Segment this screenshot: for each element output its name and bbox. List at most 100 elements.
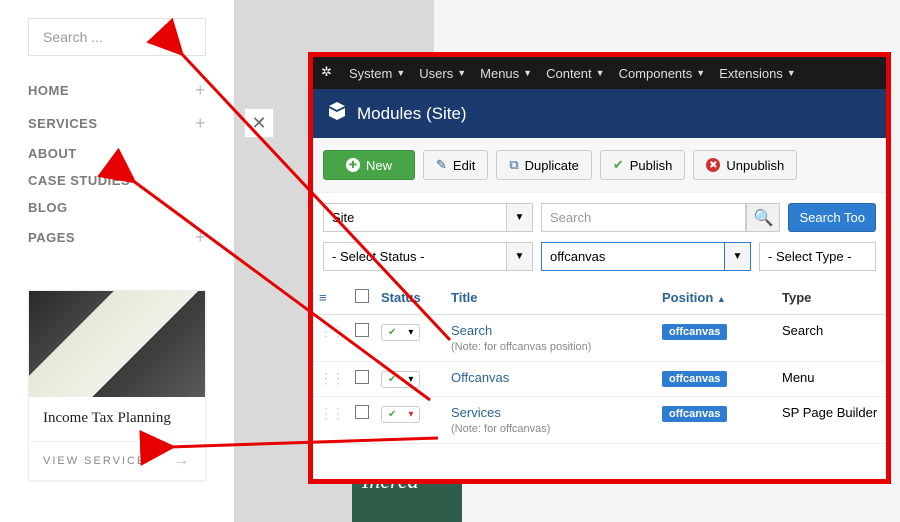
nav-item-services[interactable]: SERVICES + (28, 107, 206, 140)
x-circle-icon: ✖ (706, 158, 720, 172)
offcanvas-sidebar: Search ... HOME + SERVICES + ABOUT CASE ST… (0, 0, 234, 522)
check-icon: ✔ (382, 407, 402, 422)
nav-label: BLOG (28, 200, 68, 215)
caret-down-icon: ▼ (787, 68, 796, 78)
unpublish-button[interactable]: ✖Unpublish (693, 150, 797, 180)
check-icon: ✔ (382, 325, 402, 340)
drag-handle-icon[interactable]: ⋮⋮ (319, 370, 343, 386)
col-position[interactable]: Position ▲ (656, 281, 776, 315)
plus-icon: + (195, 113, 206, 134)
status-toggle[interactable]: ✔▾ (381, 371, 420, 388)
search-icon: 🔍 (754, 208, 774, 228)
nav-label: CASE STUDIES (28, 173, 130, 188)
joomla-icon: ✲ (321, 64, 339, 82)
table-row: ⋮⋮ ✔▾ Offcanvas offcanvas Menu (313, 362, 886, 397)
status-toggle[interactable]: ✔▾ (381, 406, 420, 423)
sort-handle-col[interactable]: ≡ (313, 281, 349, 315)
module-type: SP Page Builder (776, 397, 886, 444)
menu-content[interactable]: Content▼ (546, 66, 604, 81)
caret-down-icon: ▾ (402, 325, 419, 340)
row-checkbox[interactable] (355, 323, 369, 337)
module-note: (Note: for offcanvas) (451, 423, 550, 435)
chevron-down-icon[interactable]: ▼ (507, 242, 533, 271)
menu-users[interactable]: Users▼ (419, 66, 466, 81)
check-icon: ✔ (613, 157, 624, 173)
copy-icon: ⧉ (509, 157, 518, 173)
arrow-right-icon: → (173, 452, 191, 470)
toolbar: ✚New ✎Edit ⧉Duplicate ✔Publish ✖Unpublis… (313, 138, 886, 193)
nav-item-case-studies[interactable]: CASE STUDIES (28, 167, 206, 194)
modules-icon (327, 101, 347, 126)
close-offcanvas-button[interactable]: ✕ (244, 108, 274, 138)
row-checkbox[interactable] (355, 370, 369, 384)
admin-header: Modules (Site) (313, 89, 886, 138)
col-type[interactable]: Type (776, 281, 886, 315)
caret-down-icon: ▾ (402, 372, 419, 387)
edit-button[interactable]: ✎Edit (423, 150, 488, 180)
caret-down-icon: ▾ (402, 407, 419, 422)
caret-down-icon: ▼ (523, 68, 532, 78)
menu-components[interactable]: Components▼ (619, 66, 706, 81)
admin-title: Modules (Site) (357, 104, 467, 124)
module-title-link[interactable]: Offcanvas (451, 370, 509, 385)
module-type: Menu (776, 362, 886, 397)
pencil-icon: ✎ (436, 157, 447, 173)
menu-menus[interactable]: Menus▼ (480, 66, 532, 81)
chevron-down-icon[interactable]: ▼ (507, 203, 533, 232)
search-button[interactable]: 🔍 (746, 203, 780, 232)
drag-handle-icon[interactable]: ⋮⋮ (319, 405, 343, 421)
module-title-link[interactable]: Services (451, 405, 501, 420)
publish-button[interactable]: ✔Publish (600, 150, 686, 180)
modules-table: ≡ Status Title Position ▲ Type ⋮⋮ ✔▾ Sea… (313, 281, 886, 444)
caret-down-icon: ▼ (457, 68, 466, 78)
duplicate-button[interactable]: ⧉Duplicate (496, 150, 592, 180)
chevron-down-icon[interactable]: ▼ (725, 242, 751, 271)
card-title: Income Tax Planning (29, 397, 205, 441)
col-status[interactable]: Status (375, 281, 445, 315)
search-input[interactable]: Search ... (28, 18, 206, 56)
filters-row: Site ▼ Search 🔍 Search Too (313, 193, 886, 242)
position-select[interactable]: offcanvas (541, 242, 725, 271)
module-type: Search (776, 315, 886, 362)
nav-label: HOME (28, 83, 69, 98)
caret-down-icon: ▼ (696, 68, 705, 78)
nav-item-about[interactable]: ABOUT (28, 140, 206, 167)
status-select[interactable]: - Select Status - (323, 242, 507, 271)
plus-icon: + (195, 80, 206, 101)
table-row: ⋮⋮ ✔▾ Search (Note: for offcanvas positio… (313, 315, 886, 362)
scope-select[interactable]: Site (323, 203, 507, 232)
search-tools-button[interactable]: Search Too (788, 203, 876, 232)
nav-item-pages[interactable]: PAGES + (28, 221, 206, 254)
row-checkbox[interactable] (355, 405, 369, 419)
position-badge: offcanvas (662, 371, 727, 387)
nav-list: HOME+ SERVICES+ ABOUT CASE STUDIES BLOG … (28, 74, 206, 254)
nav-label: ABOUT (28, 146, 77, 161)
type-select[interactable]: - Select Type - (759, 242, 876, 271)
caret-down-icon: ▼ (396, 68, 405, 78)
check-icon: ✔ (382, 372, 402, 387)
table-row: ⋮⋮ ✔▾ Services (Note: for offcanvas) offc… (313, 397, 886, 444)
status-toggle[interactable]: ✔▾ (381, 324, 420, 341)
nav-label: PAGES (28, 230, 75, 245)
sort-asc-icon: ▲ (717, 294, 726, 304)
module-title-link[interactable]: Search (451, 323, 492, 338)
menu-extensions[interactable]: Extensions▼ (719, 66, 796, 81)
view-service-button[interactable]: VIEW SERVICE → (29, 441, 205, 480)
col-title[interactable]: Title (445, 281, 656, 315)
new-button[interactable]: ✚New (323, 150, 415, 180)
position-badge: offcanvas (662, 406, 727, 422)
menu-system[interactable]: System▼ (349, 66, 405, 81)
service-card: Income Tax Planning VIEW SERVICE → (28, 290, 206, 481)
module-note: (Note: for offcanvas position) (451, 341, 591, 353)
select-all-checkbox[interactable] (349, 281, 375, 315)
admin-panel: ✲ System▼ Users▼ Menus▼ Content▼ Compone… (308, 52, 891, 484)
nav-item-home[interactable]: HOME + (28, 74, 206, 107)
position-badge: offcanvas (662, 324, 727, 340)
plus-circle-icon: ✚ (346, 158, 360, 172)
nav-item-blog[interactable]: BLOG (28, 194, 206, 221)
drag-handle-icon[interactable]: ⋮⋮ (319, 323, 343, 339)
module-search-input[interactable]: Search (541, 203, 746, 232)
plus-icon: + (195, 227, 206, 248)
nav-label: SERVICES (28, 116, 98, 131)
admin-topbar: ✲ System▼ Users▼ Menus▼ Content▼ Compone… (313, 57, 886, 89)
